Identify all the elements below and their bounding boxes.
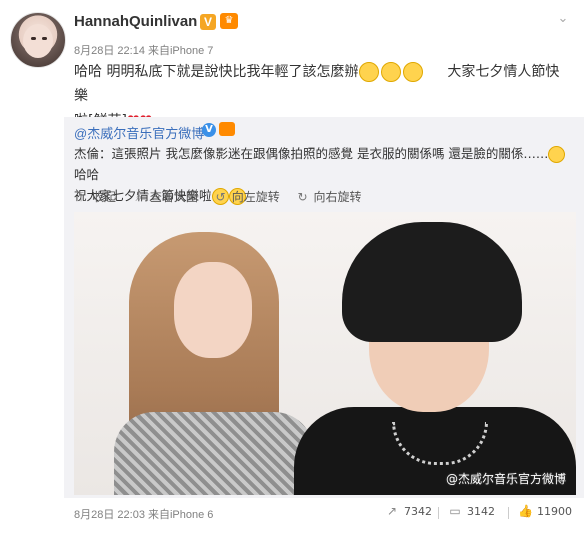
- weibo-post-card: HannahQuinlivan V ♛ ⌄ 8月28日 22:14 来自iPho…: [0, 0, 586, 533]
- repost-text-line1: 杰倫：這張照片 我怎麼像影迷在跟偶像拍照的感覺 是衣服的關係嗎 還是臉的關係……: [74, 146, 549, 161]
- avatar-eye-left: [31, 37, 36, 40]
- photo-woman-dress: [114, 412, 314, 495]
- collapse-label: 收起: [92, 190, 117, 204]
- rotate-left-icon: ↺: [215, 189, 226, 204]
- laugh-emoji-icon: [548, 146, 566, 163]
- post-meta[interactable]: 8月28日 22:14 来自iPhone 7: [74, 42, 213, 58]
- photo-man-hair: [342, 222, 522, 342]
- post-photo[interactable]: @杰威尔音乐官方微博: [74, 212, 576, 495]
- rotate-left-label: 向左旋转: [231, 190, 280, 204]
- post-text-main: 哈哈 明明私底下就是說快比我年輕了該怎麼辦: [74, 64, 359, 80]
- cover-face-emoji-icon: [403, 62, 424, 82]
- collapse-icon: ⤒: [78, 189, 84, 204]
- thumbs-up-icon: 👍: [518, 504, 533, 518]
- repost-text-line1-tail: 哈哈: [74, 167, 100, 182]
- vip-crown-icon[interactable]: [219, 122, 235, 136]
- laugh-emoji-icon: [381, 62, 402, 82]
- view-large-label: 查看大圖: [149, 190, 198, 204]
- stat-divider: [438, 507, 439, 519]
- comment-count-button[interactable]: ▭ 3142: [448, 504, 495, 518]
- repost-author-link[interactable]: @杰威尔音乐官方微博: [74, 123, 204, 142]
- post-username[interactable]: HannahQuinlivan: [74, 13, 197, 30]
- repost-count: 7342: [404, 504, 432, 518]
- verified-v-icon[interactable]: V: [200, 14, 216, 30]
- rotate-right-label: 向右旋转: [313, 190, 362, 204]
- avatar-face: [23, 24, 53, 58]
- comment-count: 3142: [467, 504, 495, 518]
- like-count: 11900: [537, 504, 572, 518]
- collapse-button[interactable]: ⤒ 收起: [74, 188, 116, 205]
- stat-divider: [508, 507, 509, 519]
- avatar-eye-right: [42, 37, 47, 40]
- rotate-left-button[interactable]: ↺ 向左旋转: [214, 188, 280, 205]
- repost-footer-meta[interactable]: 8月28日 22:03 来自iPhone 6: [74, 506, 213, 522]
- repost-container: @杰威尔音乐官方微博 V 杰倫：這張照片 我怎麼像影迷在跟偶像拍照的感覺 是衣服…: [64, 117, 584, 498]
- photo-woman-face: [174, 262, 252, 358]
- user-avatar[interactable]: [10, 12, 66, 68]
- rotate-right-button[interactable]: ↻ 向右旋转: [296, 188, 362, 205]
- share-icon: ↗: [386, 504, 398, 518]
- view-large-button[interactable]: ⌕ 查看大圖: [132, 188, 198, 205]
- comment-icon: ▭: [449, 504, 461, 518]
- repost-count-button[interactable]: ↗ 7342: [385, 504, 432, 518]
- zoom-icon: ⌕: [135, 189, 143, 204]
- rotate-right-icon: ↻: [297, 189, 308, 204]
- vip-crown-icon[interactable]: ♛: [220, 13, 238, 29]
- like-count-button[interactable]: 👍 11900: [518, 504, 572, 518]
- verified-blue-v-icon[interactable]: V: [202, 123, 216, 137]
- chevron-down-icon[interactable]: ⌄: [554, 10, 572, 28]
- photo-watermark: @杰威尔音乐官方微博: [446, 472, 567, 486]
- laugh-emoji-icon: [359, 62, 380, 82]
- image-toolbar: ⤒ 收起 ⌕ 查看大圖 ↺ 向左旋转 ↻ 向右旋转: [74, 188, 374, 205]
